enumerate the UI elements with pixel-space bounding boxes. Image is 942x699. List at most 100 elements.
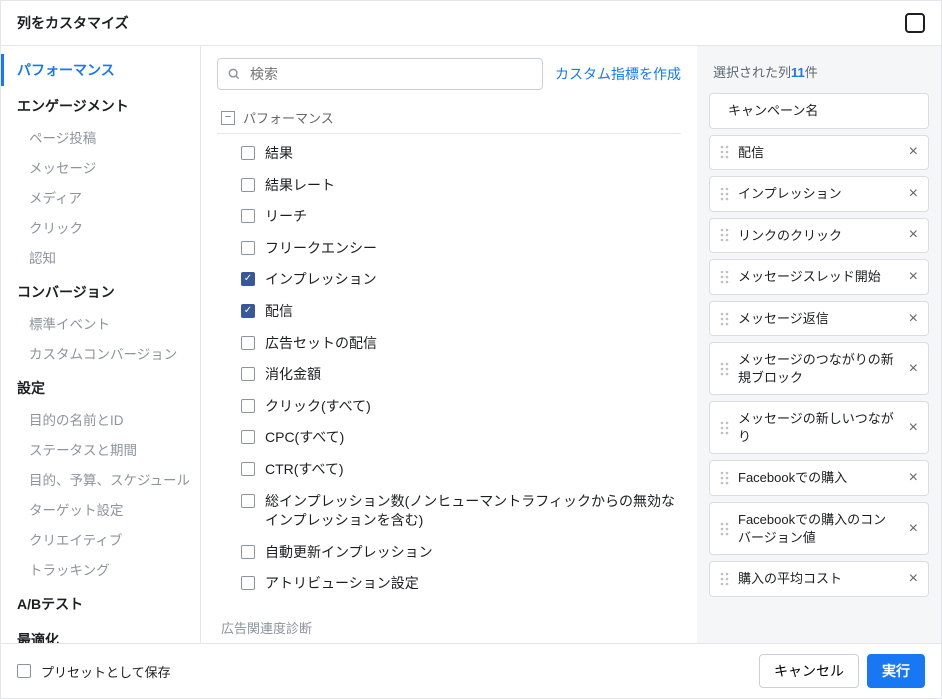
remove-column-icon[interactable]: × [907,311,920,327]
sidebar-item[interactable]: ページ投稿 [1,122,200,152]
sidebar-heading[interactable]: コンバージョン [1,276,200,308]
sidebar-item[interactable]: ステータスと期間 [1,434,200,464]
sidebar-heading[interactable]: エンゲージメント [1,90,200,122]
sidebar-item[interactable]: 目的の名前とID [1,404,200,434]
selected-column-card[interactable]: リンクのクリック× [709,218,929,254]
metric-label: 消化金額 [265,365,321,385]
metric-checkbox[interactable] [241,178,255,192]
sidebar-item[interactable]: メッセージ [1,152,200,182]
sidebar-heading[interactable]: 最適化 [1,624,200,643]
selected-column-label: メッセージのつながりの新規ブロック [738,351,899,386]
selected-column-label: メッセージの新しいつながり [738,410,899,445]
sidebar-item[interactable]: クリエイティブ [1,524,200,554]
metric-row[interactable]: リーチ [217,201,681,233]
metric-label: 自動更新インプレッション [265,543,433,563]
sidebar-item[interactable]: クリック [1,212,200,242]
selected-count: 11 [791,65,805,80]
metric-row[interactable]: 配信 [217,296,681,328]
remove-column-icon[interactable]: × [907,186,920,202]
metrics-list[interactable]: −パフォーマンス結果結果レートリーチフリークエンシーインプレッション配信広告セッ… [201,102,697,643]
sidebar-heading[interactable]: 設定 [1,372,200,404]
drag-handle-icon[interactable] [720,571,730,587]
close-icon[interactable] [905,13,925,33]
metric-row[interactable]: 結果レート [217,170,681,202]
selected-column-card[interactable]: キャンペーン名 [709,93,929,129]
remove-column-icon[interactable]: × [907,269,920,285]
metric-row[interactable]: クリック(すべて) [217,391,681,423]
cancel-button[interactable]: キャンセル [759,654,859,688]
drag-handle-icon[interactable] [720,361,730,377]
modal-footer: プリセットとして保存 キャンセル 実行 [1,643,941,698]
sidebar-heading[interactable]: A/Bテスト [1,588,200,620]
drag-handle-icon[interactable] [720,269,730,285]
metric-row[interactable]: アトリビューション設定 [217,568,681,600]
sidebar-item[interactable]: 認知 [1,242,200,272]
search-box [217,58,543,90]
customize-columns-modal: 列をカスタマイズ パフォーマンスエンゲージメントページ投稿メッセージメディアクリ… [0,0,942,699]
search-input[interactable] [217,58,543,90]
metric-group-header: −パフォーマンス [217,102,681,134]
selected-column-card[interactable]: メッセージ返信× [709,301,929,337]
remove-column-icon[interactable]: × [907,420,920,436]
metric-checkbox[interactable] [241,367,255,381]
drag-handle-icon[interactable] [720,186,730,202]
create-custom-metric-link[interactable]: カスタム指標を作成 [555,64,681,84]
metric-checkbox[interactable] [241,462,255,476]
drag-handle-icon[interactable] [720,521,730,537]
apply-button[interactable]: 実行 [867,654,925,688]
selected-column-card[interactable]: 配信× [709,135,929,171]
selected-column-card[interactable]: メッセージの新しいつながり × [709,401,929,454]
metric-label: クリック(すべて) [265,397,371,417]
metric-group-title: パフォーマンス [243,108,334,127]
remove-column-icon[interactable]: × [907,571,920,587]
metric-row[interactable]: インプレッション [217,264,681,296]
sidebar-item[interactable]: カスタムコンバージョン [1,338,200,368]
metric-row[interactable]: フリークエンシー [217,233,681,265]
remove-column-icon[interactable]: × [907,470,920,486]
metric-row[interactable]: 総インプレッション数(ノンヒューマントラフィックからの無効なインプレッションを含… [217,486,681,537]
drag-handle-icon[interactable] [720,420,730,436]
selected-column-card[interactable]: メッセージのつながりの新規ブロック × [709,342,929,395]
metric-checkbox[interactable] [241,272,255,286]
metric-row[interactable]: 結果 [217,138,681,170]
sidebar-item[interactable]: 目的、予算、スケジュール [1,464,200,494]
metric-checkbox[interactable] [241,430,255,444]
sidebar-item[interactable]: 標準イベント [1,308,200,338]
metric-checkbox[interactable] [241,399,255,413]
metric-row[interactable]: CTR(すべて) [217,454,681,486]
metric-checkbox[interactable] [241,304,255,318]
metric-label: CPC(すべて) [265,428,344,448]
selected-column-card[interactable]: インプレッション× [709,176,929,212]
drag-handle-icon[interactable] [720,227,730,243]
remove-column-icon[interactable]: × [907,361,920,377]
selected-column-card[interactable]: Facebookでの購入× [709,460,929,496]
metric-checkbox[interactable] [241,241,255,255]
metric-checkbox[interactable] [241,209,255,223]
sidebar-item[interactable]: ターゲット設定 [1,494,200,524]
remove-column-icon[interactable]: × [907,521,920,537]
remove-column-icon[interactable]: × [907,144,920,160]
metric-row[interactable]: 自動更新インプレッション [217,537,681,569]
collapse-icon[interactable]: − [221,111,235,125]
selected-label-prefix: 選択された列 [713,65,791,80]
selected-column-card[interactable]: Facebookでの購入のコンバージョン値× [709,502,929,555]
metric-checkbox[interactable] [241,545,255,559]
save-preset-checkbox[interactable] [17,664,31,678]
selected-column-card[interactable]: 購入の平均コスト× [709,561,929,597]
metric-checkbox[interactable] [241,336,255,350]
remove-column-icon[interactable]: × [907,227,920,243]
metric-checkbox[interactable] [241,494,255,508]
drag-handle-icon[interactable] [720,311,730,327]
selected-column-card[interactable]: メッセージスレッド開始× [709,259,929,295]
sidebar-item[interactable]: メディア [1,182,200,212]
drag-handle-icon[interactable] [720,470,730,486]
metric-row[interactable]: CPC(すべて) [217,422,681,454]
sidebar-item[interactable]: トラッキング [1,554,200,584]
metric-row[interactable]: 消化金額 [217,359,681,391]
selected-column-label: キャンペーン名 [728,102,920,120]
sidebar-heading[interactable]: パフォーマンス [1,54,200,86]
metric-row[interactable]: 広告セットの配信 [217,328,681,360]
metric-checkbox[interactable] [241,576,255,590]
metric-checkbox[interactable] [241,146,255,160]
drag-handle-icon[interactable] [720,144,730,160]
